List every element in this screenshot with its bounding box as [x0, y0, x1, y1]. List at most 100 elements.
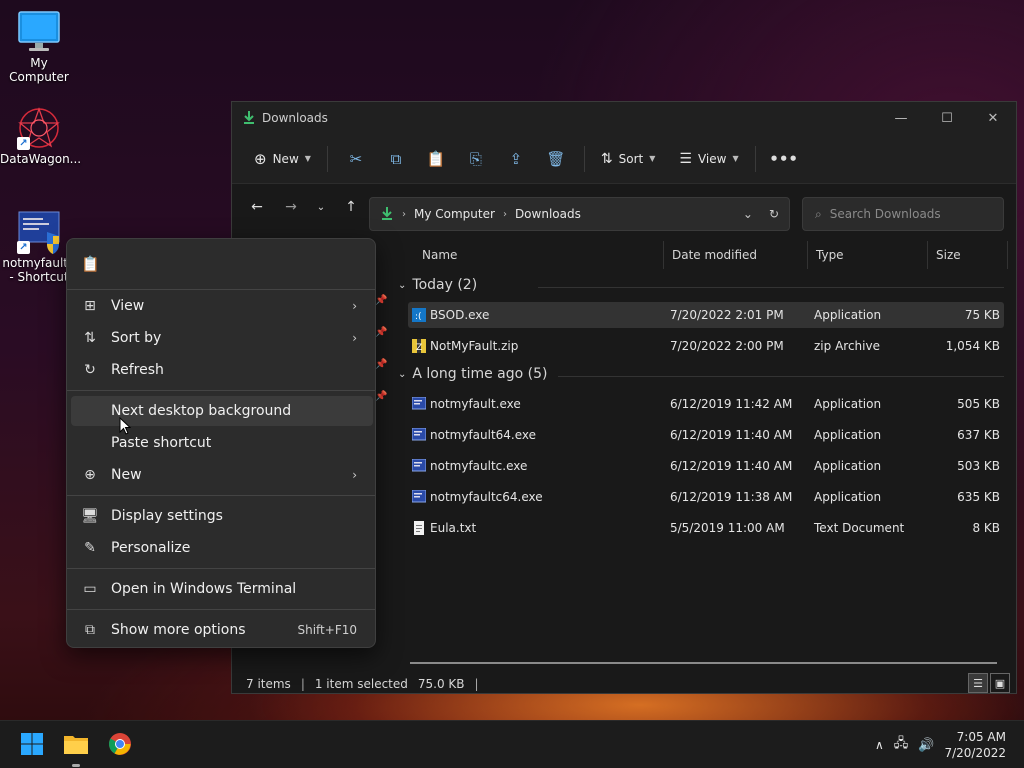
details-view-button[interactable]: ☰ — [968, 673, 988, 693]
menu-item-view[interactable]: ⊞ View › — [71, 291, 373, 321]
menu-item-refresh[interactable]: ↻ Refresh — [71, 355, 373, 385]
show-hidden-icons-button[interactable]: ∧ — [875, 738, 884, 752]
keyboard-shortcut: Shift+F10 — [297, 623, 357, 637]
group-header-long-time-ago[interactable]: ⌄ A long time ago (5) — [398, 366, 1004, 382]
chevron-right-icon: › — [352, 299, 357, 313]
address-dropdown-icon[interactable]: ⌄ — [743, 207, 753, 221]
menu-item-label: Show more options — [111, 622, 246, 638]
command-bar: ⊕ New ▼ ✂ ⧉ 📋 ⎘ ⇪ 🗑 ⇅ Sort ▼ ☰ View ▼ ••… — [232, 134, 1016, 184]
new-button[interactable]: ⊕ New ▼ — [246, 142, 319, 176]
table-row[interactable]: notmyfaultc64.exe 6/12/2019 11:38 AM App… — [408, 484, 1004, 510]
up-button[interactable]: ↑ — [334, 192, 368, 222]
delete-button[interactable]: 🗑 — [536, 142, 576, 176]
network-icon[interactable]: 🖧 — [894, 734, 909, 756]
view-lines-icon: ☰ — [679, 150, 692, 167]
share-button[interactable]: ⇪ — [496, 142, 536, 176]
file-type: Text Document — [814, 521, 905, 535]
menu-item-new[interactable]: ⊕ New › — [71, 460, 373, 490]
title-bar[interactable]: Downloads — ☐ ✕ — [232, 102, 1016, 134]
group-divider — [538, 287, 1004, 288]
file-date: 6/12/2019 11:42 AM — [670, 397, 793, 411]
menu-item-show-more-options[interactable]: ⧉ Show more options Shift+F10 — [71, 615, 373, 645]
table-row[interactable]: notmyfaultc.exe 6/12/2019 11:40 AM Appli… — [408, 453, 1004, 479]
table-row[interactable]: notmyfault.exe 6/12/2019 11:42 AM Applic… — [408, 391, 1004, 417]
file-size: 503 KB — [957, 459, 1000, 473]
cut-button[interactable]: ✂ — [336, 142, 376, 176]
column-header-name[interactable]: Name — [414, 241, 664, 269]
download-icon — [242, 110, 256, 127]
paste-button[interactable]: 📋 — [416, 142, 456, 176]
rename-button[interactable]: ⎘ — [456, 142, 496, 176]
menu-item-personalize[interactable]: ✎ Personalize — [71, 533, 373, 563]
table-row[interactable]: :( BSOD.exe 7/20/2022 2:01 PM Applicatio… — [408, 302, 1004, 328]
window-title: Downloads — [262, 111, 328, 125]
clock[interactable]: 7:05 AM 7/20/2022 — [944, 729, 1016, 761]
svg-text:Z: Z — [416, 343, 422, 353]
menu-item-label: Open in Windows Terminal — [111, 581, 297, 597]
menu-item-open-terminal[interactable]: ▭ Open in Windows Terminal — [71, 574, 373, 604]
file-name: Eula.txt — [430, 521, 477, 535]
file-name: notmyfault.exe — [430, 397, 521, 411]
clock-time: 7:05 AM — [956, 730, 1006, 744]
column-header-type[interactable]: Type — [808, 241, 928, 269]
menu-item-paste-shortcut[interactable]: Paste shortcut — [71, 428, 373, 458]
menu-item-next-desktop-background[interactable]: Next desktop background — [71, 396, 373, 426]
copy-icon: ⧉ — [390, 149, 402, 168]
copy-button[interactable]: ⧉ — [376, 142, 416, 176]
desktop-icon-label: My Computer — [9, 56, 69, 84]
display-icon: 🖥 — [81, 508, 99, 524]
chevron-right-icon: › — [352, 468, 357, 482]
menu-divider — [67, 289, 375, 290]
application-icon — [411, 489, 427, 504]
group-header-today[interactable]: ⌄ Today (2) — [398, 277, 1004, 293]
file-size: 75 KB — [964, 308, 1000, 322]
column-header-date-modified[interactable]: Date modified — [664, 241, 808, 269]
table-row[interactable]: Z NotMyFault.zip 7/20/2022 2:00 PM zip A… — [408, 333, 1004, 359]
tiles-view-button[interactable]: ▣ — [990, 673, 1010, 693]
taskbar-file-explorer[interactable] — [60, 729, 92, 767]
start-button[interactable] — [16, 729, 48, 761]
minimize-button[interactable]: — — [878, 102, 924, 134]
desktop-icon-my-computer[interactable]: My Computer — [0, 10, 78, 84]
zip-archive-icon: Z — [412, 339, 426, 353]
sort-arrows-icon: ⇅ — [84, 330, 96, 346]
new-button-label: New — [272, 151, 299, 166]
chrome-icon — [108, 732, 132, 759]
breadcrumb-my-computer[interactable]: My Computer — [414, 207, 495, 221]
menu-item-label: View — [111, 298, 145, 314]
breadcrumb-downloads[interactable]: Downloads — [515, 207, 581, 221]
desktop-icon-datawagon[interactable]: ↗ DataWagon... — [0, 106, 81, 166]
view-button-label: View — [697, 151, 727, 166]
search-box[interactable]: ⌕ — [802, 197, 1004, 231]
taskbar-chrome[interactable] — [104, 729, 136, 761]
chevron-right-icon: › — [402, 208, 406, 220]
file-size: 8 KB — [972, 521, 1000, 535]
back-button[interactable]: ← — [240, 192, 274, 222]
address-bar[interactable]: › My Computer › Downloads ⌄ ↻ — [369, 197, 790, 231]
table-row[interactable]: Eula.txt 5/5/2019 11:00 AM Text Document… — [408, 515, 1004, 541]
menu-item-label: Personalize — [111, 540, 191, 556]
details-view-icon: ☰ — [973, 676, 983, 690]
forward-button[interactable]: → — [274, 192, 308, 222]
toolbar-divider — [754, 145, 756, 172]
more-options-button[interactable]: ••• — [764, 142, 804, 176]
column-header-size[interactable]: Size — [928, 241, 1008, 269]
volume-icon[interactable]: 🔊 — [918, 738, 934, 753]
menu-item-sort-by[interactable]: ⇅ Sort by › — [71, 323, 373, 353]
search-input[interactable] — [829, 207, 990, 221]
clipboard-icon: 📋 — [426, 149, 446, 168]
menu-item-display-settings[interactable]: 🖥 Display settings — [71, 501, 373, 531]
table-row[interactable]: notmyfault64.exe 6/12/2019 11:40 AM Appl… — [408, 422, 1004, 448]
file-date: 6/12/2019 11:40 AM — [670, 459, 793, 473]
recent-locations-button[interactable]: ⌄ — [308, 192, 334, 222]
close-button[interactable]: ✕ — [970, 102, 1016, 134]
chevron-down-icon: ⌄ — [398, 368, 407, 380]
maximize-button[interactable]: ☐ — [924, 102, 970, 134]
horizontal-scrollbar[interactable] — [410, 662, 997, 664]
plus-circle-icon: ⊕ — [254, 149, 267, 168]
sort-button[interactable]: ⇅ Sort ▼ — [593, 142, 664, 176]
refresh-icon[interactable]: ↻ — [769, 207, 779, 221]
view-button[interactable]: ☰ View ▼ — [671, 142, 746, 176]
clock-date: 7/20/2022 — [944, 746, 1006, 760]
paste-icon[interactable]: 📋 — [81, 255, 100, 273]
